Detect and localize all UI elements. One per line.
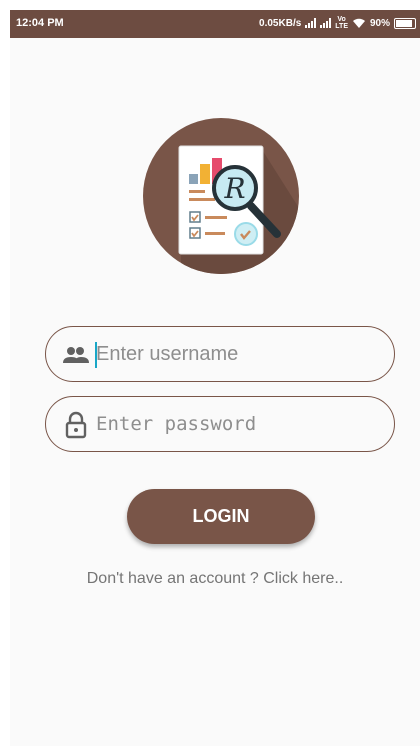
people-icon [63, 347, 89, 363]
status-bar: 12:04 PM 0.05KB/s Vo LTE 90% [10, 10, 420, 38]
username-field[interactable] [45, 326, 395, 382]
login-button[interactable]: LOGIN [127, 489, 315, 544]
status-indicators: 0.05KB/s Vo LTE 90% [259, 16, 416, 30]
signal-icon [320, 18, 332, 28]
volte-icon: Vo LTE [335, 16, 348, 30]
app-screen: 12:04 PM 0.05KB/s Vo LTE 90% R Enter use… [10, 10, 420, 746]
username-input[interactable] [96, 335, 376, 373]
password-field[interactable] [45, 396, 395, 452]
network-speed: 0.05KB/s [259, 17, 302, 29]
lock-icon [65, 411, 87, 439]
wifi-icon [352, 18, 365, 28]
signal-icon [305, 18, 317, 28]
report-logo-icon: R [178, 145, 299, 274]
status-time: 12:04 PM [16, 17, 64, 29]
battery-percent: 90% [369, 17, 390, 29]
password-input[interactable] [96, 405, 376, 443]
logo-letter: R [223, 172, 245, 205]
battery-icon [394, 17, 416, 29]
app-logo: R [143, 118, 299, 274]
signup-link[interactable]: Don't have an account ? Click here.. [10, 570, 420, 588]
